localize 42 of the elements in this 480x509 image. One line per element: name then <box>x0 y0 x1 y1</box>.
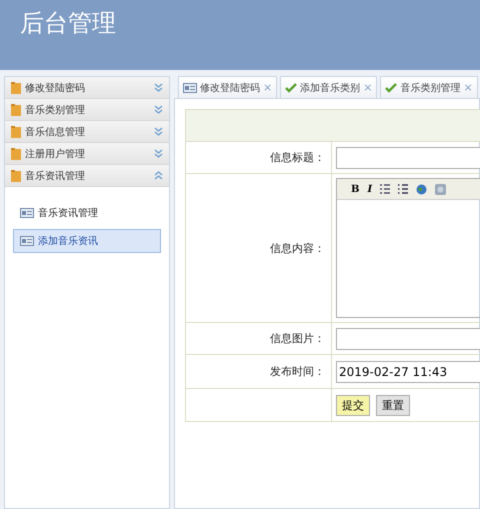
text-field[interactable] <box>336 146 480 168</box>
folder-icon <box>11 170 21 182</box>
italic-button[interactable]: I <box>367 184 372 194</box>
tab[interactable]: 修改登陆密码 × <box>178 76 278 98</box>
tab[interactable]: 音乐类别管理 × <box>380 76 478 98</box>
text-field[interactable] <box>336 328 480 350</box>
card-icon <box>183 82 197 92</box>
bold-button[interactable]: B <box>351 184 360 194</box>
rich-text-editor[interactable]: B I <box>336 178 480 318</box>
checkmark-icon <box>385 82 398 92</box>
reset-button[interactable]: 重置 <box>376 394 410 416</box>
chevron-down-icon <box>154 83 163 92</box>
globe-icon[interactable] <box>416 184 428 194</box>
folder-icon <box>11 148 21 160</box>
chevron-down-icon <box>154 127 163 136</box>
accordion-header[interactable]: 音乐信息管理 <box>5 121 169 143</box>
field-label: 信息内容： <box>186 174 332 322</box>
field-label: 信息标题： <box>186 142 332 173</box>
page-title: 后台管理 <box>20 8 116 38</box>
menu-item[interactable]: 添加音乐资讯 <box>13 229 161 253</box>
field-label: 信息图片： <box>186 323 332 354</box>
folder-icon <box>11 82 21 94</box>
accordion-header[interactable]: 音乐资讯管理 <box>5 165 169 187</box>
accordion-header[interactable]: 注册用户管理 <box>5 143 169 165</box>
image-icon[interactable] <box>435 184 446 194</box>
numbered-list-icon[interactable] <box>380 184 390 194</box>
chevron-down-icon <box>154 149 163 158</box>
folder-icon <box>11 104 21 116</box>
checkmark-icon <box>285 82 298 92</box>
accordion-header[interactable]: 修改登陆密码 <box>5 77 169 99</box>
chevron-down-icon <box>154 105 163 114</box>
submit-button[interactable]: 提交 <box>336 394 370 416</box>
folder-icon <box>11 126 21 138</box>
accordion-header[interactable]: 音乐类别管理 <box>5 99 169 121</box>
text-field[interactable]: 2019-02-27 11:43 <box>336 360 480 382</box>
tab[interactable]: 添加音乐类别 × <box>280 76 378 98</box>
bullet-list-icon[interactable] <box>398 184 408 194</box>
field-label: 发布时间： <box>186 355 332 388</box>
menu-item[interactable]: 音乐资讯管理 <box>13 201 161 225</box>
card-icon <box>20 236 34 246</box>
chevron-up-icon <box>154 171 163 180</box>
card-icon <box>20 208 34 218</box>
